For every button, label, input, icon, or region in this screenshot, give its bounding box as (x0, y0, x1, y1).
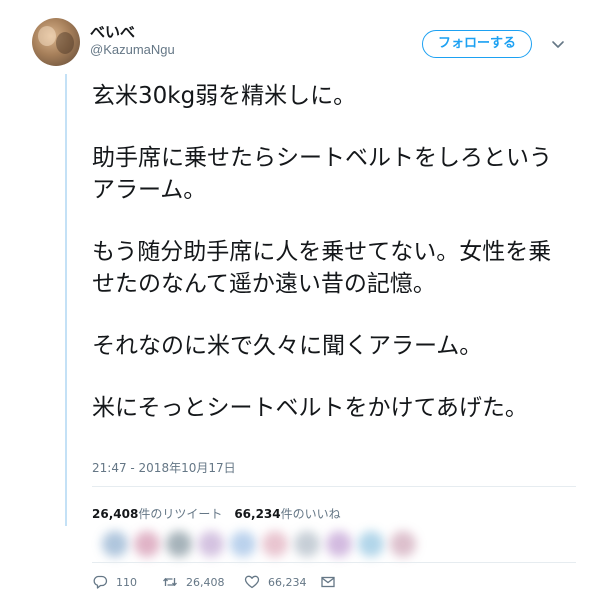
retweets-count: 26,408 (92, 507, 139, 521)
envelope-icon (321, 576, 335, 588)
likes-count: 66,234 (234, 507, 281, 521)
follow-button[interactable]: フォローする (422, 30, 532, 58)
liker-avatar[interactable] (230, 531, 256, 557)
liker-avatar[interactable] (134, 531, 160, 557)
thread-line (65, 74, 67, 526)
engagement-counts: 26,408件のリツイート 66,234件のいいね (92, 505, 341, 522)
retweet-button[interactable]: 26,408 (162, 572, 225, 592)
liker-avatar[interactable] (262, 531, 288, 557)
reply-icon (93, 575, 108, 589)
divider (92, 562, 576, 563)
chevron-down-icon[interactable] (550, 36, 566, 52)
user-avatar[interactable] (32, 18, 80, 66)
liker-avatar[interactable] (166, 531, 192, 557)
liker-avatars-blurred (92, 527, 432, 559)
display-name[interactable]: べいべ (90, 21, 135, 42)
liker-avatar[interactable] (326, 531, 352, 557)
likes-stat[interactable]: 66,234件のいいね (234, 507, 340, 521)
retweets-stat[interactable]: 26,408件のリツイート (92, 507, 222, 521)
liker-avatar[interactable] (358, 531, 384, 557)
tweet-paragraph: 米にそっとシートベルトをかけてあげた。 (92, 395, 528, 421)
tweet-paragraph: もう随分助手席に人を乗せてない。女性を乗せたのなんて遥か遠い昔の記憶。 (92, 239, 552, 297)
divider (92, 486, 576, 487)
like-button[interactable]: 66,234 (244, 572, 307, 592)
liker-avatar[interactable] (294, 531, 320, 557)
liker-avatar[interactable] (102, 531, 128, 557)
retweet-count: 26,408 (186, 575, 225, 589)
retweet-icon (163, 577, 177, 587)
dm-button[interactable] (320, 572, 344, 592)
liker-avatar[interactable] (390, 531, 416, 557)
reply-button[interactable]: 110 (92, 572, 137, 592)
tweet-text: 玄米30kg弱を精米しに。 助手席に乗せたらシートベルトをしろというアラーム。 … (92, 80, 572, 424)
user-handle[interactable]: @KazumaNgu (90, 42, 175, 57)
like-count: 66,234 (268, 575, 307, 589)
tweet-header: べいべ @KazumaNgu フォローする (32, 16, 572, 72)
heart-icon (244, 575, 260, 589)
tweet-timestamp[interactable]: 21:47 - 2018年10月17日 (92, 459, 236, 476)
tweet-paragraph: それなのに米で久々に聞くアラーム。 (92, 333, 483, 359)
tweet-paragraph: 助手席に乗せたらシートベルトをしろというアラーム。 (92, 145, 552, 203)
retweets-label: 件のリツイート (138, 507, 223, 521)
likes-label: 件のいいね (280, 507, 341, 521)
reply-count: 110 (116, 575, 137, 589)
tweet-paragraph: 玄米30kg弱を精米しに。 (92, 83, 357, 109)
liker-avatar[interactable] (198, 531, 224, 557)
